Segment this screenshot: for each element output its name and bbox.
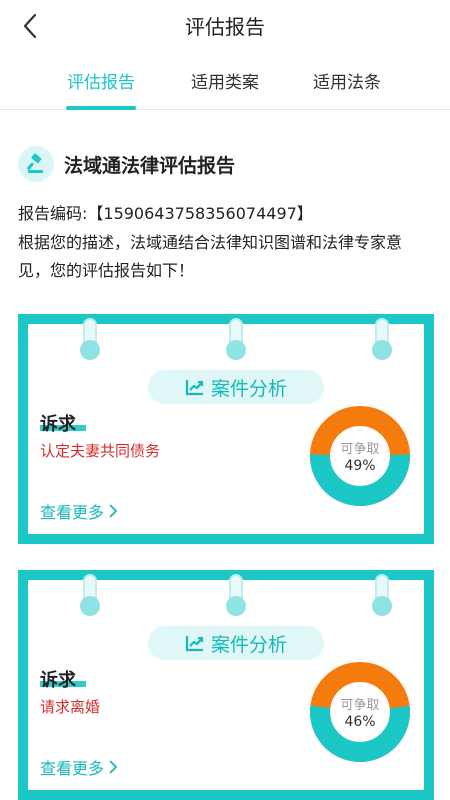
binder-ring (226, 574, 246, 616)
donut-value: 46% (344, 714, 376, 730)
report-description: 根据您的描述，法域通结合法律知识图谱和法律专家意见，您的评估报告如下！ (18, 233, 403, 280)
claim-text: 认定夫妻共同债务 (40, 442, 161, 460)
tab-report[interactable]: 评估报告 (46, 68, 156, 93)
binder-ring (80, 574, 100, 616)
report-title: 法域通法律评估报告 (64, 154, 236, 177)
binder-ring (80, 318, 100, 360)
claim-text: 请求离婚 (40, 698, 101, 716)
case-analysis-label: 案件分析 (210, 377, 287, 400)
view-more-label: 查看更多 (40, 503, 105, 522)
app-header: 评估报告 (0, 0, 450, 52)
tab-applicable-laws[interactable]: 适用法条 (292, 68, 402, 93)
view-more-label: 查看更多 (40, 759, 105, 778)
case-analysis-badge: 案件分析 (148, 626, 324, 660)
analysis-card: 案件分析 诉求 认定夫妻共同债务 查看更多 可争取 49% (18, 314, 434, 544)
analysis-card-body: 案件分析 诉求 认定夫妻共同债务 查看更多 可争取 49% (28, 318, 424, 534)
view-more-link[interactable]: 查看更多 (40, 499, 118, 523)
report-heading: 法域通法律评估报告 (18, 146, 235, 182)
case-analysis-label: 案件分析 (210, 633, 287, 656)
analysis-card: 案件分析 诉求 请求离婚 查看更多 可争取 46% (18, 570, 434, 800)
tab-bar: 评估报告 适用类案 适用法条 (0, 60, 450, 110)
chevron-right-icon (109, 504, 118, 518)
page-title: 评估报告 (185, 15, 265, 39)
analysis-card-body: 案件分析 诉求 请求离婚 查看更多 可争取 46% (28, 574, 424, 790)
chevron-right-icon (109, 760, 118, 774)
gavel-icon (18, 146, 54, 182)
donut-label: 可争取 (340, 442, 380, 457)
tab-similar-cases[interactable]: 适用类案 (170, 68, 280, 93)
case-analysis-badge: 案件分析 (148, 370, 324, 404)
view-more-link[interactable]: 查看更多 (40, 755, 118, 779)
trend-chart-icon (185, 636, 203, 652)
donut-label: 可争取 (340, 698, 380, 713)
binder-ring (226, 318, 246, 360)
report-code: 报告编码:【1590643758356074497】 (18, 204, 313, 223)
trend-chart-icon (185, 380, 203, 396)
claim-title: 诉求 (40, 414, 76, 435)
active-tab-indicator (66, 106, 136, 110)
donut-value: 49% (344, 458, 376, 474)
binder-ring (372, 318, 392, 360)
claim-title: 诉求 (40, 670, 76, 691)
binder-ring (372, 574, 392, 616)
